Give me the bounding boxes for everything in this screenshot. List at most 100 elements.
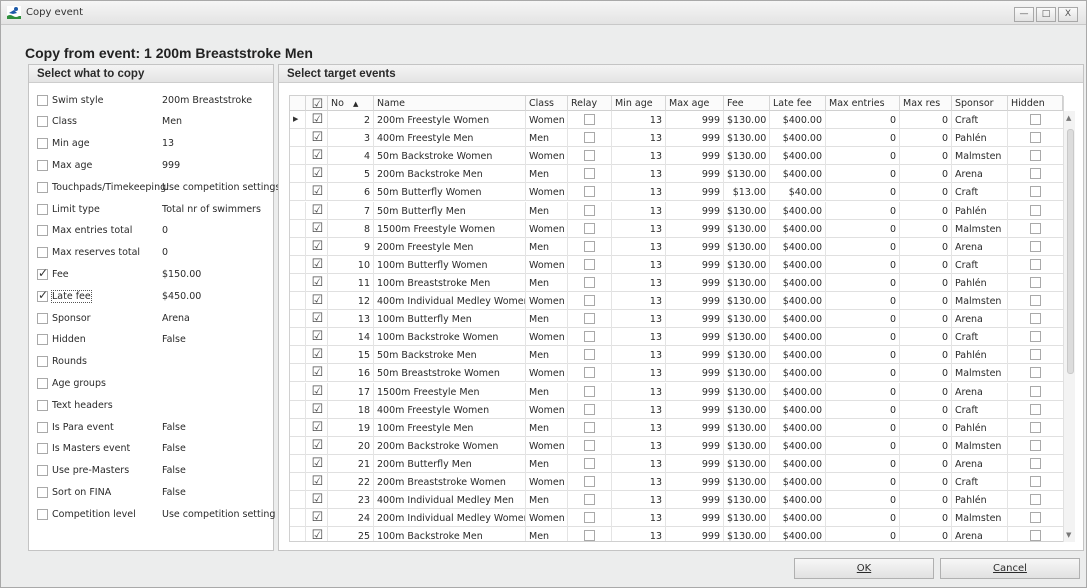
relay-checkbox[interactable] [583,494,595,506]
hidden-checkbox[interactable] [1029,403,1041,415]
option-label[interactable]: Use pre-Masters [52,465,129,476]
hidden-checkbox[interactable] [1029,313,1041,325]
hidden-checkbox[interactable] [1029,132,1041,144]
table-row[interactable]: ☑ 14 100m Backstroke Women Women 13 999 $130.0… [290,328,1063,347]
col-hidden-header[interactable]: Hidden [1008,96,1064,111]
copy-option[interactable]: Touchpads/Timekeeping: Use competition se… [37,180,280,194]
row-select-check-icon[interactable]: ☑ [312,347,324,362]
hidden-checkbox[interactable] [1029,222,1041,234]
option-label[interactable]: Class [52,116,77,127]
option-label[interactable]: Min age [52,138,90,149]
relay-checkbox[interactable] [583,367,595,379]
hidden-checkbox[interactable] [1029,150,1041,162]
col-fee-header[interactable]: Fee [724,96,770,111]
hidden-checkbox[interactable] [1029,512,1041,524]
ok-button[interactable]: OK [794,558,934,579]
copy-option[interactable]: Max entries total 0 [37,224,269,238]
select-all-check-icon[interactable]: ☑ [312,97,324,111]
copy-option[interactable]: Is Para event False [37,420,269,434]
relay-checkbox[interactable] [583,421,595,433]
relay-checkbox[interactable] [583,132,595,144]
option-checkbox[interactable] [37,356,48,368]
copy-option[interactable]: Class Men [37,115,269,129]
col-name-header[interactable]: Name [374,96,526,111]
copy-option[interactable]: Competition level Use competition setting [37,507,275,521]
option-checkbox[interactable] [37,266,48,280]
copy-option[interactable]: Rounds [37,355,269,369]
hidden-checkbox[interactable] [1029,494,1041,506]
row-select-check-icon[interactable]: ☑ [312,438,324,453]
table-row[interactable]: ☑ 3 400m Freestyle Men Men 13 999 $130.00 $400.… [290,129,1063,148]
table-row[interactable]: ☑ 25 100m Backstroke Men Men 13 999 $130.00 $40… [290,527,1063,541]
option-label[interactable]: Age groups [52,378,106,389]
col-no-header[interactable]: No ▲ [328,96,374,111]
hidden-checkbox[interactable] [1029,439,1041,451]
row-select-check-icon[interactable]: ☑ [312,492,324,507]
relay-checkbox[interactable] [583,114,595,125]
row-select-check-icon[interactable]: ☑ [312,203,324,218]
hidden-checkbox[interactable] [1029,476,1041,487]
table-row[interactable]: ☑ 19 100m Freestyle Men Men 13 999 $130.00 $400… [290,418,1063,437]
option-checkbox[interactable] [37,508,48,520]
relay-checkbox[interactable] [583,168,595,180]
hidden-checkbox[interactable] [1029,204,1041,216]
relay-checkbox[interactable] [583,313,595,325]
option-checkbox[interactable] [37,159,48,171]
hidden-checkbox[interactable] [1029,349,1041,361]
relay-checkbox[interactable] [583,530,595,541]
row-select-check-icon[interactable]: ☑ [312,420,324,435]
option-label[interactable]: Max age [52,160,92,171]
table-row[interactable]: ☑ 24 200m Individual Medley Women Women 13 99… [290,509,1063,528]
cancel-button[interactable]: Cancel [940,558,1080,579]
relay-checkbox[interactable] [583,240,595,252]
col-sponsor-header[interactable]: Sponsor [952,96,1008,111]
relay-checkbox[interactable] [583,349,595,361]
row-select-check-icon[interactable]: ☑ [312,130,324,145]
table-row[interactable]: ☑ 17 1500m Freestyle Men Men 13 999 $130.00 $40… [290,382,1063,401]
option-checkbox[interactable] [37,181,48,193]
col-max-age-header[interactable]: Max age [666,96,724,111]
scroll-up-icon[interactable]: ▲ [1066,114,1071,122]
relay-checkbox[interactable] [583,403,595,415]
option-checkbox[interactable] [37,288,48,302]
copy-option[interactable]: Hidden False [37,333,269,347]
hidden-checkbox[interactable] [1029,258,1041,270]
option-checkbox[interactable] [37,334,48,346]
hidden-checkbox[interactable] [1029,457,1041,469]
close-icon[interactable]: X [1058,7,1078,22]
relay-checkbox[interactable] [583,186,595,198]
option-label[interactable]: Late fee [51,289,92,303]
scroll-down-icon[interactable]: ▼ [1066,531,1071,539]
table-row[interactable]: ☑ 21 200m Butterfly Men Men 13 999 $130.00 $400… [290,454,1063,473]
row-select-check-icon[interactable]: ☑ [312,112,324,127]
option-label[interactable]: Fee [52,269,69,280]
row-select-check-icon[interactable]: ☑ [312,384,324,399]
relay-checkbox[interactable] [583,204,595,216]
option-checkbox[interactable] [37,312,48,324]
maximize-icon[interactable]: □ [1036,7,1056,22]
copy-option[interactable]: Fee $150.00 [37,266,269,281]
option-label[interactable]: Limit type [52,204,100,215]
row-select-check-icon[interactable]: ☑ [312,293,324,308]
table-row[interactable]: ☑ 12 400m Individual Medley Women Women 13 99… [290,292,1063,310]
option-checkbox[interactable] [37,421,48,433]
hidden-checkbox[interactable] [1029,240,1041,252]
table-row[interactable]: ☑ 10 100m Butterfly Women Women 13 999 $130.00… [290,255,1063,274]
relay-checkbox[interactable] [583,331,595,343]
hidden-checkbox[interactable] [1029,421,1041,433]
relay-checkbox[interactable] [583,457,595,469]
col-late-fee-header[interactable]: Late fee [770,96,826,111]
hidden-checkbox[interactable] [1029,276,1041,288]
copy-option[interactable]: Is Masters event False [37,442,269,456]
hidden-checkbox[interactable] [1029,114,1041,125]
relay-checkbox[interactable] [583,385,595,397]
copy-option[interactable]: Min age 13 [37,137,269,151]
table-row[interactable]: ☑ 7 50m Butterfly Men Men 13 999 $130.00 $400.0… [290,201,1063,220]
option-checkbox[interactable] [37,465,48,477]
option-checkbox[interactable] [37,116,48,128]
select-all-header[interactable]: ☑ [306,96,328,111]
option-label[interactable]: Touchpads/Timekeeping: [52,182,169,193]
table-row[interactable]: ☑ 4 50m Backstroke Women Women 13 999 $130.00 $… [290,147,1063,166]
row-select-check-icon[interactable]: ☑ [312,257,324,272]
row-select-check-icon[interactable]: ☑ [312,239,324,254]
